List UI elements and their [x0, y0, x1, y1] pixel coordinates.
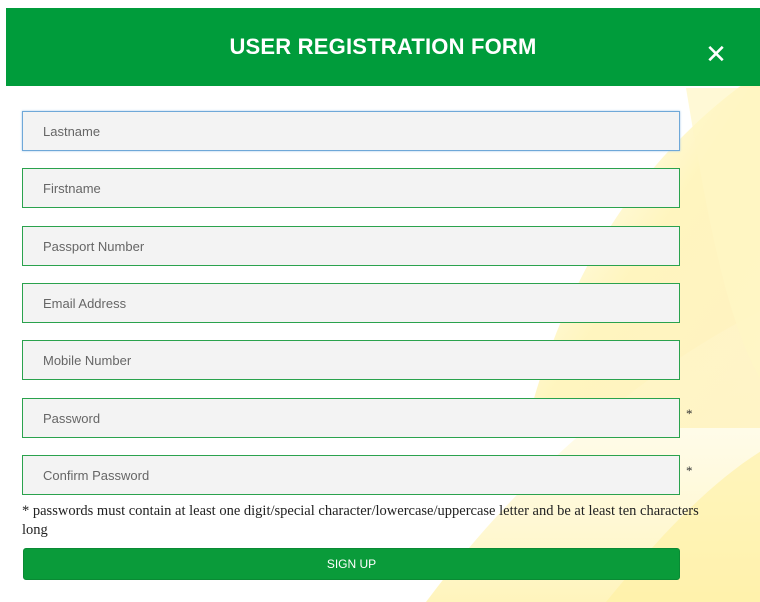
modal-header: USER REGISTRATION FORM ✕ [6, 8, 760, 86]
registration-modal: USER REGISTRATION FORM ✕ * * * passwords… [6, 8, 760, 602]
firstname-field[interactable] [22, 168, 680, 208]
registration-form: * * * passwords must contain at least on… [6, 8, 760, 602]
passport-number-field[interactable] [22, 226, 680, 266]
confirm-password-required-marker: * [686, 463, 693, 478]
password-requirements-note: * passwords must contain at least one di… [22, 503, 699, 538]
password-field[interactable] [22, 398, 680, 438]
email-address-field[interactable] [22, 283, 680, 323]
confirm-password-field[interactable] [22, 455, 680, 495]
sign-up-button[interactable]: SIGN UP [23, 548, 680, 580]
close-icon[interactable]: ✕ [703, 42, 729, 68]
form-title: USER REGISTRATION FORM [229, 34, 537, 59]
lastname-field[interactable] [22, 111, 680, 151]
password-required-marker: * [686, 406, 693, 421]
mobile-number-field[interactable] [22, 340, 680, 380]
